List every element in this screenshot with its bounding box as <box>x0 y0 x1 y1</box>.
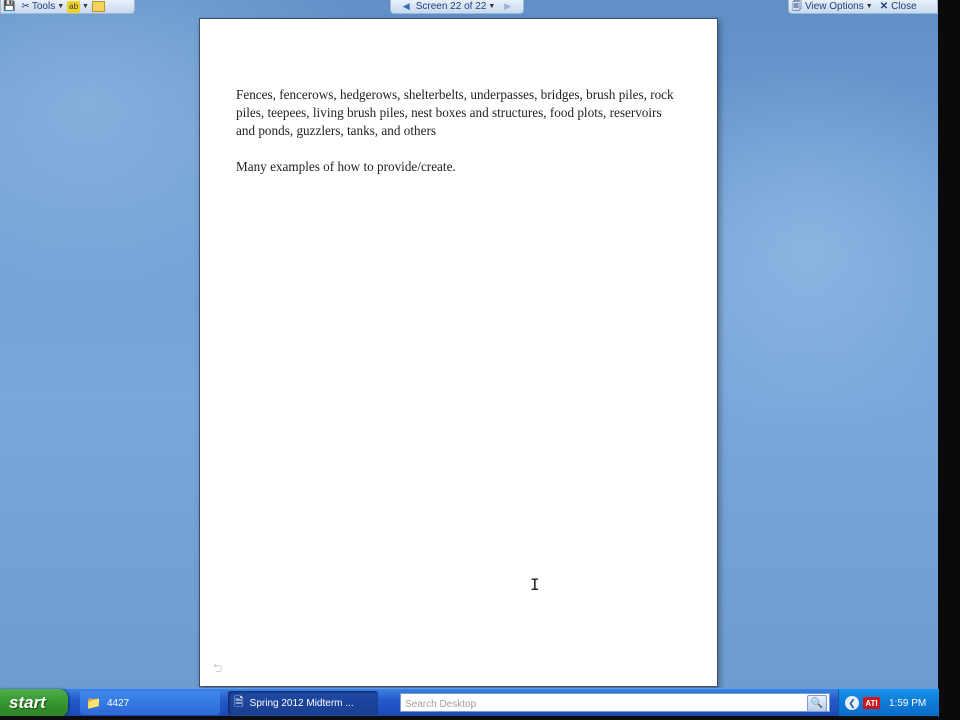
page-back-icon[interactable]: ⮌ <box>213 659 223 680</box>
clock[interactable]: 1:59 PM <box>889 698 926 709</box>
taskbar: start 📁 4427 🗎 Spring 2012 Midterm ... 🔍… <box>0 688 939 717</box>
document-body[interactable]: Fences, fencerows, hedgerows, shelterbel… <box>236 86 676 176</box>
screen-edge <box>938 0 960 720</box>
previous-screen-icon[interactable]: ◀ <box>403 1 410 12</box>
chevron-down-icon[interactable]: ▼ <box>866 3 873 10</box>
chevron-down-icon[interactable]: ▼ <box>57 3 64 10</box>
save-icon[interactable]: 💾 <box>3 1 15 13</box>
highlight-icon[interactable]: ab <box>67 0 81 13</box>
search-icon[interactable]: 🔍 <box>807 695 827 712</box>
start-label: start <box>9 693 46 712</box>
paragraph-examples[interactable]: Many examples of how to provide/create. <box>236 158 676 176</box>
view-options-icon[interactable]: 🗐 <box>792 1 802 13</box>
desktop-search-box: 🔍 <box>400 693 830 713</box>
taskbar-item-document[interactable]: 🗎 Spring 2012 Midterm ... <box>228 691 378 715</box>
ati-tray-icon[interactable]: ATI <box>863 697 880 709</box>
reading-layout-toolbar: 💾 ✂ Tools ▼ ab ▼ ◀ Screen 22 of 22 ▼ ▶ 🗐… <box>0 0 938 14</box>
toolbar-left-group: 💾 ✂ Tools ▼ ab ▼ <box>0 0 135 14</box>
word-document-icon: 🗎 <box>234 694 244 709</box>
view-options-button[interactable]: View Options <box>805 1 864 12</box>
next-screen-icon[interactable]: ▶ <box>504 1 511 12</box>
chevron-down-icon[interactable]: ▼ <box>488 3 495 10</box>
toolbar-right-group: 🗐 View Options ▼ ✕ Close <box>788 0 938 14</box>
search-input[interactable] <box>401 696 814 713</box>
screen-bottom-edge <box>0 716 938 720</box>
taskbar-item-label: 4427 <box>106 697 130 709</box>
system-tray: ❮ ATI 1:59 PM <box>838 689 939 717</box>
tools-menu[interactable]: Tools <box>32 1 55 12</box>
document-page[interactable]: Fences, fencerows, hedgerows, shelterbel… <box>199 18 718 687</box>
text-cursor-icon: I <box>530 575 540 594</box>
show-hidden-icons-icon[interactable]: ❮ <box>845 696 859 710</box>
start-button[interactable]: start <box>0 689 68 717</box>
screen-indicator[interactable]: Screen 22 of 22 <box>416 1 487 12</box>
close-button[interactable]: Close <box>891 1 917 12</box>
close-icon[interactable]: ✕ <box>880 1 888 13</box>
comment-icon[interactable] <box>91 1 105 12</box>
paragraph-habitat-structures[interactable]: Fences, fencerows, hedgerows, shelterbel… <box>236 86 676 140</box>
screen-navigator: ◀ Screen 22 of 22 ▼ ▶ <box>390 0 524 14</box>
tools-icon[interactable]: ✂ <box>21 1 29 13</box>
taskbar-item-folder[interactable]: 📁 4427 <box>80 691 220 715</box>
chevron-down-icon[interactable]: ▼ <box>82 3 89 10</box>
folder-icon: 📁 <box>86 696 101 710</box>
taskbar-item-label: Spring 2012 Midterm ... <box>249 697 354 709</box>
